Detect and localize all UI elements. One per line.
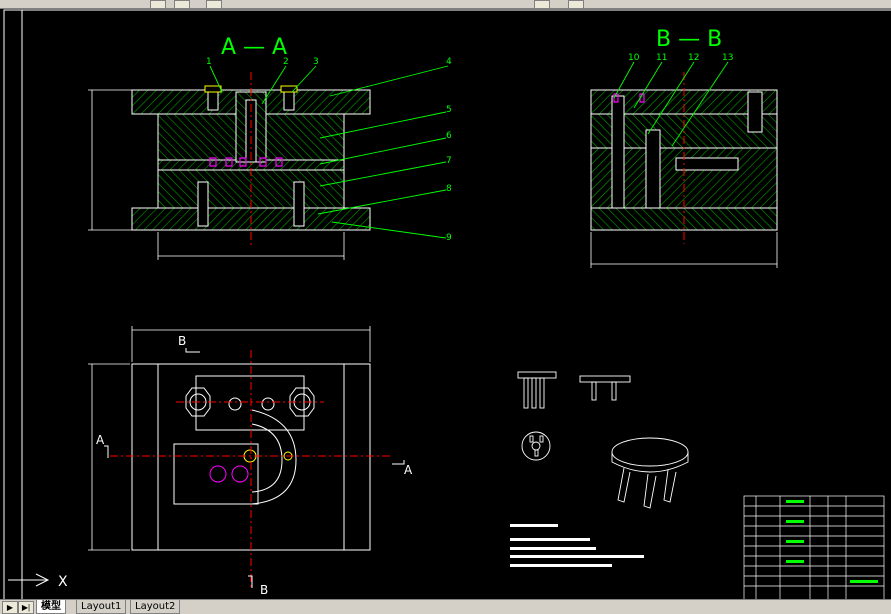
callout-9: 9 — [446, 233, 452, 243]
section-aa-view: A — A 1 2 3 4 5 6 7 8 9 — [88, 35, 452, 260]
section-marker-b-bottom: B — [260, 583, 268, 597]
ucs-x-label: X — [58, 574, 68, 590]
part-detail-views — [517, 371, 689, 509]
technical-notes — [510, 524, 644, 567]
callout-5: 5 — [446, 105, 452, 115]
toolbar-button[interactable] — [206, 0, 222, 8]
section-marker-b-top: B — [178, 334, 186, 348]
callout-6: 6 — [446, 131, 452, 141]
tab-layout2[interactable]: Layout2 — [130, 600, 181, 614]
section-aa-title: A — A — [221, 35, 287, 60]
toolbar — [0, 0, 891, 9]
tab-scroll-last-icon[interactable]: ▶ — [2, 601, 18, 614]
tab-model[interactable]: 模型 — [36, 600, 66, 614]
toolbar-button[interactable] — [534, 0, 550, 8]
toolbar-button[interactable] — [568, 0, 584, 8]
callout-7: 7 — [446, 156, 452, 166]
section-marker-a-right: A — [404, 463, 413, 477]
callout-3: 3 — [313, 57, 319, 67]
callout-11: 11 — [656, 53, 667, 63]
tab-layout1[interactable]: Layout1 — [76, 600, 127, 614]
toolbar-button[interactable] — [150, 0, 166, 8]
toolbar-button[interactable] — [174, 0, 190, 8]
callout-13: 13 — [722, 53, 733, 63]
tab-scroll-end-icon[interactable]: ▶| — [18, 601, 34, 614]
layout-tab-bar: ▶ ▶| 模型 Layout1 Layout2 — [0, 599, 891, 614]
callout-12: 12 — [688, 53, 699, 63]
title-block — [743, 495, 885, 601]
section-bb-view: B — B 10 11 12 13 — [590, 27, 778, 268]
section-marker-a-left: A — [96, 433, 105, 447]
callout-2: 2 — [283, 57, 289, 67]
drawing-canvas[interactable]: A — A 1 2 3 4 5 6 7 8 9 B — B 10 11 12 1… — [0, 9, 891, 611]
callout-10: 10 — [628, 53, 640, 63]
plan-view: B A A B — [88, 326, 413, 597]
callout-8: 8 — [446, 184, 452, 194]
section-bb-title: B — B — [656, 27, 722, 52]
callout-4: 4 — [446, 57, 452, 67]
callout-1: 1 — [206, 57, 212, 67]
ucs-icon: X — [8, 573, 68, 590]
